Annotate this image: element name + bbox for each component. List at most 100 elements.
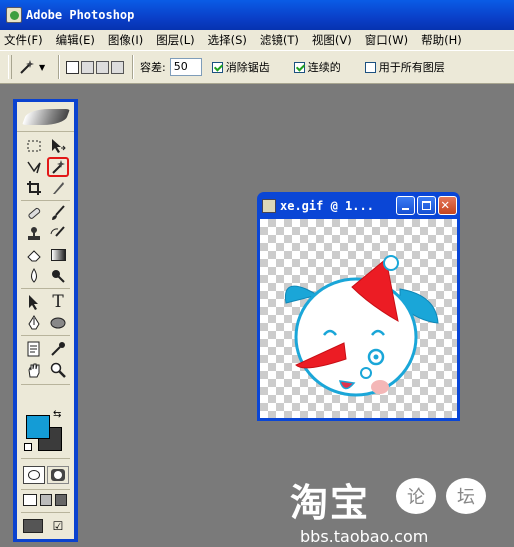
divider <box>21 384 70 385</box>
snowman-button-1-center <box>373 354 379 360</box>
tool-preset-picker[interactable]: ▼ <box>18 59 52 75</box>
healing-brush-tool[interactable] <box>23 203 45 223</box>
all-layers-checkbox[interactable]: 用于所有图层 <box>364 59 445 75</box>
eraser-tool[interactable] <box>23 245 45 265</box>
type-tool[interactable]: T <box>47 292 69 312</box>
anti-alias-label: 消除锯齿 <box>225 61 270 74</box>
toolbox-header[interactable] <box>17 102 74 132</box>
gradient-tool[interactable] <box>47 245 69 265</box>
app-titlebar: Adobe Photoshop <box>0 0 514 30</box>
jump-to-imageready-button[interactable] <box>23 518 45 534</box>
divider <box>21 200 70 201</box>
eyedropper-tool[interactable] <box>47 339 69 359</box>
slice-knife-icon <box>53 182 64 194</box>
eyedropper-icon <box>51 342 65 356</box>
zoom-tool[interactable] <box>47 360 69 380</box>
quick-mask-button[interactable] <box>47 466 69 484</box>
hat-pompom <box>383 255 399 271</box>
edit-in-imageready-icon[interactable]: ☑ <box>49 518 67 534</box>
all-layers-check[interactable] <box>364 61 376 73</box>
menu-edit[interactable]: 编辑(E) <box>56 32 95 48</box>
photoshop-icon <box>6 7 22 23</box>
contiguous-check[interactable] <box>293 61 305 73</box>
anti-alias-check[interactable] <box>211 61 223 73</box>
path-selection-tool[interactable] <box>23 292 45 312</box>
selection-mode-new[interactable] <box>66 60 79 74</box>
magnifier-icon <box>50 362 66 378</box>
contiguous-label: 连续的 <box>307 61 341 74</box>
screen-mode-standard-icon[interactable] <box>23 494 37 506</box>
divider <box>132 55 134 79</box>
crop-tool[interactable] <box>23 178 45 198</box>
pen-tool[interactable] <box>23 313 45 333</box>
options-grip[interactable] <box>8 55 12 79</box>
maximize-button[interactable] <box>417 196 436 215</box>
menu-help[interactable]: 帮助(H) <box>421 32 462 48</box>
snowman-image <box>284 255 439 397</box>
selection-mode-subtract[interactable] <box>96 60 109 74</box>
shape-tool[interactable] <box>47 313 69 333</box>
close-button[interactable]: ✕ <box>438 196 457 215</box>
menu-view[interactable]: 视图(V) <box>312 32 352 48</box>
minimize-icon <box>402 208 409 210</box>
hand-tool[interactable] <box>23 360 45 380</box>
clone-stamp-tool[interactable] <box>23 224 45 244</box>
screen-mode-full-menu-icon[interactable] <box>40 494 52 506</box>
tolerance-input[interactable]: 50 <box>169 58 202 76</box>
snowman-cheek <box>371 380 389 394</box>
document-title: xe.gif @ 1... <box>280 198 374 213</box>
standard-mode-icon <box>28 470 40 480</box>
menu-window[interactable]: 窗口(W) <box>365 32 408 48</box>
crop-icon <box>27 181 41 195</box>
menu-layer[interactable]: 图层(L) <box>156 32 194 48</box>
pen-icon <box>28 315 40 330</box>
maximize-icon <box>422 201 431 210</box>
standard-mode-button[interactable] <box>23 466 45 484</box>
burn-icon <box>52 270 65 283</box>
notes-tool[interactable] <box>23 339 45 359</box>
toolbox-panel: T ⇆ ☑ <box>13 99 78 542</box>
note-icon <box>27 341 40 357</box>
minimize-button[interactable] <box>396 196 415 215</box>
burn-tool[interactable] <box>47 266 69 286</box>
default-colors-icon[interactable] <box>24 443 32 451</box>
history-brush-tool[interactable] <box>47 224 69 244</box>
blur-drop-icon <box>31 268 37 283</box>
watermark-url: bbs.taobao.com <box>300 527 429 546</box>
all-layers-label: 用于所有图层 <box>378 61 445 74</box>
swap-colors-icon[interactable]: ⇆ <box>53 409 61 420</box>
divider <box>21 489 70 490</box>
menu-select[interactable]: 选择(S) <box>208 32 247 48</box>
history-brush-icon <box>50 226 65 237</box>
lasso-tool[interactable] <box>23 157 45 177</box>
rect-marquee-icon <box>27 140 41 152</box>
toolbox-body: T ⇆ ☑ <box>17 102 74 539</box>
menu-file[interactable]: 文件(F) <box>4 32 43 48</box>
stamp-icon <box>28 227 40 240</box>
chevron-down-icon: ▼ <box>39 62 46 72</box>
contiguous-checkbox[interactable]: 连续的 <box>293 59 341 75</box>
selection-mode-add[interactable] <box>81 60 94 74</box>
menu-image[interactable]: 图像(I) <box>108 32 143 48</box>
hand-icon <box>28 363 40 378</box>
slice-tool[interactable] <box>47 178 69 198</box>
magic-wand-tool[interactable] <box>47 157 69 177</box>
path-arrow-icon <box>29 295 38 310</box>
marquee-tool[interactable] <box>23 136 45 156</box>
snowman-head <box>294 277 418 397</box>
menu-filter[interactable]: 滤镜(T) <box>260 32 299 48</box>
foreground-color-swatch[interactable] <box>26 415 50 439</box>
polygon-lasso-icon <box>27 161 41 174</box>
document-canvas[interactable] <box>260 219 457 418</box>
watermark-bubble-2: 坛 <box>446 478 486 514</box>
brush-tool[interactable] <box>47 203 69 223</box>
blur-tool[interactable] <box>23 266 45 286</box>
move-tool[interactable] <box>47 136 69 156</box>
anti-alias-checkbox[interactable]: 消除锯齿 <box>211 59 270 75</box>
divider <box>21 288 70 289</box>
screen-mode-full-icon[interactable] <box>55 494 67 506</box>
document-titlebar[interactable]: xe.gif @ 1... ✕ <box>260 192 457 219</box>
selection-mode-intersect[interactable] <box>111 60 124 74</box>
eraser-icon <box>27 250 41 262</box>
magic-wand-icon <box>20 60 34 74</box>
